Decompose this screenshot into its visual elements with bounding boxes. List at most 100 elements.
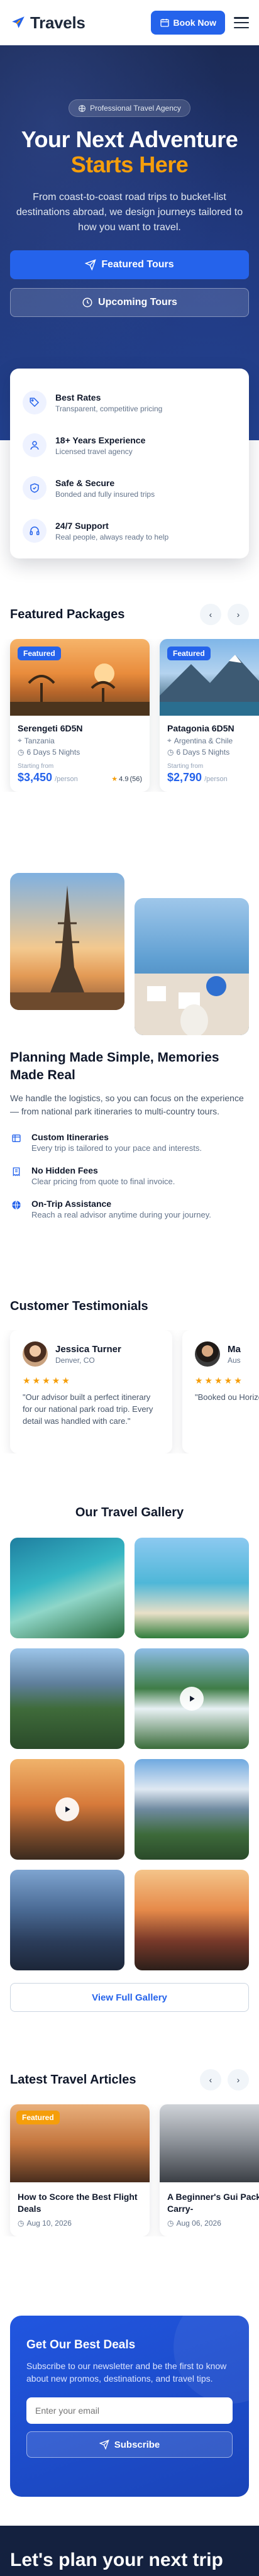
- chevron-right-icon[interactable]: ›: [228, 2069, 249, 2090]
- newsletter-card: Get Our Best Deals Subscribe to our news…: [10, 2316, 249, 2497]
- hero-description: From coast-to-coast road trips to bucket…: [16, 192, 243, 233]
- package-image-patagonia: Featured: [160, 639, 259, 716]
- featured-tours-button[interactable]: Featured Tours: [10, 250, 249, 279]
- chevron-left-icon[interactable]: ‹: [200, 2069, 221, 2090]
- footer-section: Let's plan your next trip: [0, 2526, 259, 2576]
- page: Travels Book Now Professional Travel Age…: [0, 0, 259, 2576]
- rating-value: 4.9: [119, 775, 129, 783]
- planning-item: Custom Itineraries Every trip is tailored…: [10, 1132, 249, 1153]
- feature-desc: Licensed travel agency: [55, 447, 133, 456]
- article-date: ◷ Aug 06, 2026: [167, 2219, 259, 2228]
- hero-badge: Professional Travel Agency: [69, 99, 190, 117]
- subscribe-button[interactable]: Subscribe: [26, 2431, 233, 2458]
- chevron-right-icon[interactable]: ›: [228, 604, 249, 625]
- person-icon: [23, 433, 47, 457]
- package-name: Patagonia 6D5N: [167, 723, 234, 733]
- package-location: ⌖ Argentina & Chile: [167, 736, 259, 745]
- feature-item: 24/7 Support Real people, always ready to…: [23, 509, 236, 552]
- gallery-video-road-trip[interactable]: [10, 1759, 124, 1860]
- article-title: A Beginner's Gui Packing a Carry-: [167, 2192, 259, 2214]
- articles-title: Latest Travel Articles: [10, 2072, 136, 2087]
- package-location-text: Tanzania: [24, 736, 55, 745]
- features-card: Best Rates Transparent, competitive prici…: [10, 369, 249, 558]
- featured-badge: Featured: [167, 647, 211, 660]
- clock-icon: ◷: [167, 748, 174, 757]
- planning-item-title: No Hidden Fees: [31, 1165, 98, 1175]
- hero-title-line1: Your Next Adventure: [21, 126, 238, 152]
- testimonial-location: Aus: [228, 1355, 241, 1365]
- hamburger-menu-icon[interactable]: [234, 17, 249, 28]
- feature-title: Safe & Secure: [55, 477, 115, 488]
- santorini-photo: [135, 898, 249, 1035]
- package-rating: ★ 4.9 (56): [111, 775, 142, 784]
- feature-title: Best Rates: [55, 392, 101, 402]
- planning-item-desc: Every trip is tailored to your pace and …: [31, 1143, 202, 1153]
- planning-item-desc: Reach a real advisor anytime during your…: [31, 1210, 211, 1219]
- hero-badge-text: Professional Travel Agency: [90, 104, 181, 113]
- package-from-label: Starting from: [167, 763, 204, 770]
- gallery-image-beach[interactable]: [135, 1538, 249, 1638]
- testimonial-quote: "Booked ou Horizon and from flights: [195, 1392, 259, 1402]
- gallery-image-city[interactable]: [10, 1870, 124, 1970]
- gallery-image-mountain-road[interactable]: [10, 1648, 124, 1749]
- article-image-packing: [160, 2104, 259, 2182]
- gallery-section: Our Travel Gallery View Full Gallery: [0, 1506, 259, 2012]
- article-date-text: Aug 10, 2026: [26, 2219, 72, 2228]
- itinerary-icon: [12, 1135, 21, 1142]
- book-now-button[interactable]: Book Now: [150, 11, 225, 35]
- featured-packages-section: Featured Packages ‹ › Featured Serengeti…: [0, 604, 259, 792]
- planning-item-title: Custom Itineraries: [31, 1132, 109, 1142]
- gallery-image-alps[interactable]: [135, 1759, 249, 1860]
- shield-icon: [23, 476, 47, 500]
- globe-icon: [79, 104, 86, 112]
- package-card[interactable]: Featured Serengeti 6D5N ⌖ Tanzania ◷ 6 Day…: [10, 639, 150, 792]
- location-pin-icon: ⌖: [167, 736, 172, 745]
- gallery-video-waterfall[interactable]: [135, 1648, 249, 1749]
- chevron-left-icon[interactable]: ‹: [200, 604, 221, 625]
- testimonial-card: MaAus ★★★★★ "Booked ou Horizon and from …: [182, 1330, 259, 1453]
- featured-tours-label: Featured Tours: [101, 259, 174, 270]
- package-duration: ◷ 6 Days 5 Nights: [167, 748, 259, 757]
- paris-eiffel-photo: [10, 873, 124, 1010]
- header-actions: Book Now: [150, 11, 249, 35]
- featured-badge: Featured: [16, 2111, 60, 2124]
- hero-title-line2: Starts Here: [70, 152, 189, 177]
- article-date: ◷ Aug 10, 2026: [18, 2219, 142, 2228]
- view-full-gallery-button[interactable]: View Full Gallery: [10, 1983, 249, 2012]
- package-card[interactable]: Featured Patagonia 6D5N ⌖ Argentina & Chi…: [160, 639, 259, 792]
- star-icon: ★: [111, 775, 118, 783]
- packages-carousel-controls: ‹ ›: [200, 604, 249, 625]
- avatar: [23, 1341, 48, 1367]
- feature-item: Safe & Secure Bonded and fully insured tr…: [23, 467, 236, 509]
- planning-item: On-Trip Assistance Reach a real advisor a…: [10, 1199, 249, 1219]
- feature-desc: Bonded and fully insured trips: [55, 489, 155, 499]
- gallery-image-temple[interactable]: [135, 1870, 249, 1970]
- article-date-text: Aug 06, 2026: [176, 2219, 221, 2228]
- article-card[interactable]: A Beginner's Gui Packing a Carry- ◷Aug 0…: [160, 2104, 259, 2236]
- location-pin-icon: ⌖: [18, 736, 22, 745]
- planning-title: Planning Made Simple, Memories Made Real: [10, 1050, 219, 1082]
- clock-icon: [82, 297, 92, 308]
- brand[interactable]: Travels: [10, 13, 85, 33]
- gallery-image-lagoon[interactable]: [10, 1538, 124, 1638]
- package-image-serengeti: Featured: [10, 639, 150, 716]
- footer-heading: Let's plan your next trip: [10, 2550, 223, 2570]
- planning-item-title: On-Trip Assistance: [31, 1199, 112, 1209]
- send-icon: [99, 2440, 109, 2450]
- planning-section: Planning Made Simple, Memories Made Real…: [10, 1049, 249, 1219]
- play-icon[interactable]: [55, 1797, 79, 1821]
- clock-icon: ◷: [18, 748, 25, 757]
- avatar: [195, 1341, 220, 1367]
- package-from-label: Starting from: [18, 763, 54, 770]
- package-duration-text: 6 Days 5 Nights: [26, 748, 80, 757]
- play-icon[interactable]: [180, 1687, 204, 1711]
- upcoming-tours-button[interactable]: Upcoming Tours: [10, 288, 249, 317]
- email-field[interactable]: [26, 2397, 233, 2424]
- testimonial-quote: "Our advisor built a perfect itinerary f…: [23, 1392, 153, 1426]
- articles-carousel-controls: ‹ ›: [200, 2069, 249, 2090]
- newsletter-title: Get Our Best Deals: [26, 2338, 136, 2351]
- packages-title: Featured Packages: [10, 607, 125, 621]
- article-card[interactable]: Featured How to Score the Best Flight De…: [10, 2104, 150, 2236]
- package-location: ⌖ Tanzania: [18, 736, 142, 745]
- plane-logo-icon: [12, 16, 25, 28]
